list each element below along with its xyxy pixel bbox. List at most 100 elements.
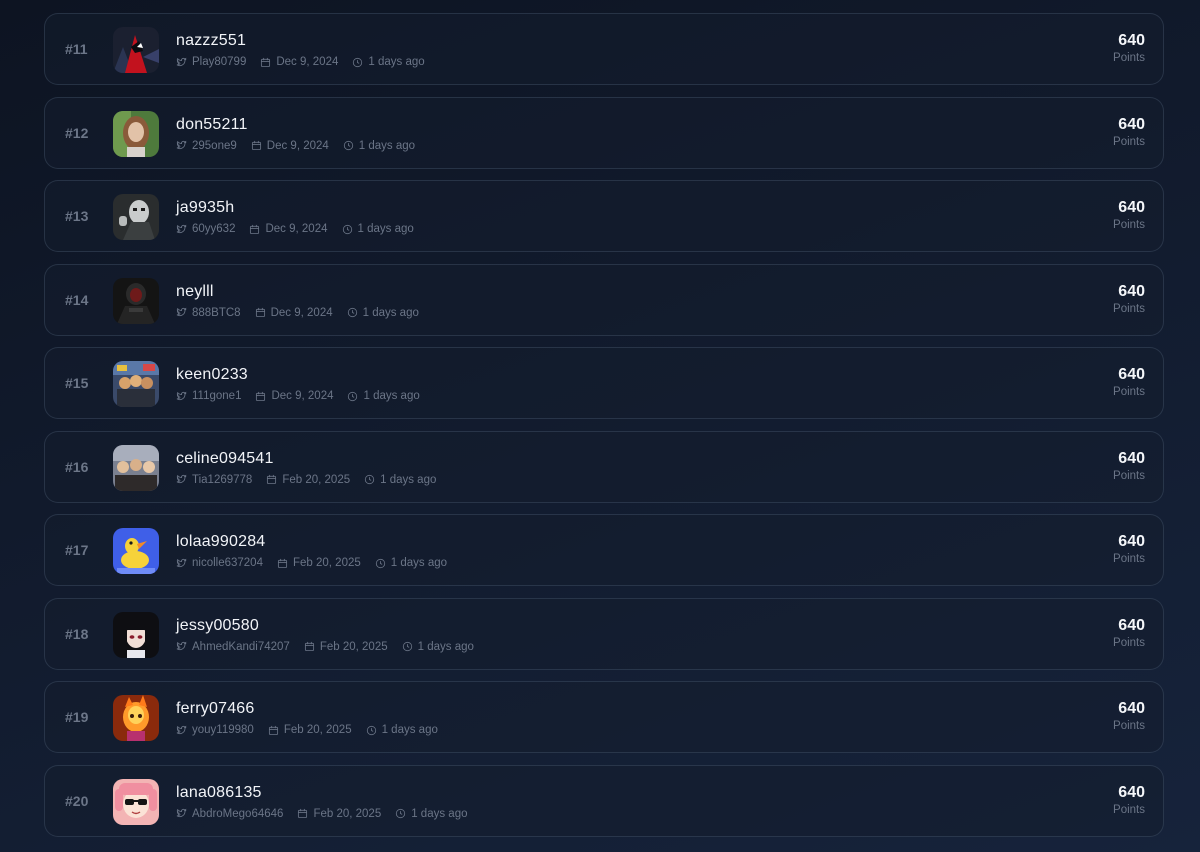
time-ago: 1 days ago (366, 723, 438, 737)
twitter-handle[interactable]: AhmedKandi74207 (176, 640, 290, 654)
clock-icon (343, 140, 353, 151)
leaderboard-row[interactable]: #16 celine094541 Tia1269778 Feb 20, 2025… (44, 430, 1164, 503)
score: 640 Points (1113, 282, 1145, 316)
user-avatar[interactable] (113, 611, 159, 658)
points-label: Points (1113, 52, 1145, 64)
time-ago: 1 days ago (342, 222, 414, 236)
leaderboard-row[interactable]: #17 lolaa990284 nicolle637204 Feb 20, 20… (44, 514, 1164, 586)
calendar-icon (255, 307, 265, 318)
score: 640 Points (1113, 449, 1145, 483)
calendar-icon (298, 808, 308, 819)
username[interactable]: don55211 (176, 115, 429, 135)
username[interactable]: nazzz551 (176, 31, 439, 51)
twitter-handle[interactable]: 60yy632 (176, 222, 235, 236)
username[interactable]: jessy00580 (176, 616, 488, 636)
clock-icon (402, 641, 412, 652)
user-avatar[interactable] (113, 444, 159, 491)
join-date: Dec 9, 2024 (251, 139, 329, 153)
points-label: Points (1113, 219, 1145, 231)
rank-number: #13 (65, 208, 89, 224)
points-label: Points (1113, 469, 1145, 482)
points-label: Points (1113, 636, 1145, 649)
yellow-duck-avatar (113, 528, 159, 574)
points-label: Points (1113, 803, 1145, 816)
rank-number: #11 (65, 41, 88, 57)
clock-icon (366, 725, 376, 735)
twitter-icon (176, 140, 187, 149)
points-label: Points (1113, 720, 1145, 732)
time-ago: 1 days ago (343, 139, 415, 153)
leaderboard-row[interactable]: #15 keen0233 111gone1 Dec 9, 2024 1 days… (44, 347, 1164, 419)
twitter-icon (176, 307, 187, 316)
twitter-icon (176, 57, 187, 66)
rank-number: #20 (65, 792, 89, 809)
username[interactable]: neylll (176, 282, 433, 302)
fire-character-avatar (113, 695, 159, 741)
rank-number: #12 (65, 124, 89, 141)
user-avatar[interactable] (113, 110, 159, 157)
clock-icon (396, 808, 406, 819)
time-ago: 1 days ago (375, 556, 447, 570)
twitter-icon (176, 558, 187, 567)
user-avatar[interactable] (113, 361, 159, 407)
user-avatar[interactable] (113, 277, 159, 324)
score: 640 Points (1113, 365, 1145, 399)
rank-number: #17 (65, 542, 89, 558)
leaderboard-row[interactable]: #20 lana086135 AbdroMego64646 Feb 20, 20… (44, 764, 1164, 837)
pink-hair-sunglasses-avatar (113, 778, 159, 825)
twitter-handle[interactable]: Play80799 (176, 55, 246, 69)
points-value: 640 (1118, 449, 1145, 467)
score: 640 Points (1113, 115, 1145, 149)
friends-photo-avatar (113, 444, 159, 491)
join-date: Feb 20, 2025 (297, 807, 381, 821)
leaderboard-row[interactable]: #11 nazzz551 Play80799 Dec 9, 2024 1 day… (44, 13, 1164, 85)
leaderboard-row[interactable]: #18 jessy00580 AhmedKandi74207 Feb 20, 2… (44, 597, 1164, 670)
time-ago: 1 days ago (402, 640, 474, 654)
anime-girl-avatar (113, 611, 159, 658)
twitter-handle[interactable]: nicolle637204 (176, 556, 263, 570)
username[interactable]: lana086135 (176, 783, 481, 803)
username[interactable]: ja9935h (176, 198, 428, 218)
clock-icon (348, 391, 358, 401)
points-value: 640 (1118, 199, 1145, 216)
join-date: Feb 20, 2025 (277, 556, 361, 570)
calendar-icon (267, 474, 277, 485)
time-ago: 1 days ago (395, 807, 467, 821)
username[interactable]: keen0233 (176, 365, 434, 385)
score: 640 Points (1113, 31, 1145, 65)
points-value: 640 (1118, 616, 1145, 634)
username[interactable]: celine094541 (176, 449, 450, 469)
join-date: Dec 9, 2024 (260, 55, 338, 69)
calendar-icon (268, 725, 278, 735)
score: 640 Points (1113, 616, 1145, 650)
twitter-handle[interactable]: 295one9 (176, 139, 237, 153)
masked-figure-avatar (113, 194, 159, 240)
username[interactable]: ferry07466 (176, 699, 452, 719)
twitter-handle[interactable]: 888BTC8 (176, 306, 241, 320)
join-date: Dec 9, 2024 (255, 306, 333, 320)
user-avatar[interactable] (113, 778, 159, 825)
leaderboard-row[interactable]: #19 ferry07466 youy119980 Feb 20, 2025 1… (44, 681, 1164, 753)
twitter-handle[interactable]: youy119980 (176, 723, 254, 737)
rank-number: #16 (65, 458, 89, 475)
points-value: 640 (1118, 533, 1145, 550)
twitter-handle[interactable]: Tia1269778 (176, 473, 252, 487)
time-ago: 1 days ago (347, 306, 419, 320)
rank-number: #15 (65, 375, 89, 391)
points-label: Points (1113, 386, 1145, 398)
user-avatar[interactable] (113, 528, 159, 574)
leaderboard-list: #11 nazzz551 Play80799 Dec 9, 2024 1 day… (44, 13, 1164, 848)
hooded-figure-avatar (113, 277, 159, 324)
points-value: 640 (1118, 366, 1145, 383)
leaderboard-row[interactable]: #13 ja9935h 60yy632 Dec 9, 2024 1 days a… (44, 180, 1164, 252)
twitter-handle[interactable]: 111gone1 (176, 389, 241, 403)
join-date: Feb 20, 2025 (266, 473, 350, 487)
username[interactable]: lolaa990284 (176, 532, 461, 552)
user-avatar[interactable] (113, 27, 159, 73)
twitter-handle[interactable]: AbdroMego64646 (176, 807, 283, 821)
user-avatar[interactable] (113, 695, 159, 741)
leaderboard-row[interactable]: #12 don55211 295one9 Dec 9, 2024 1 days … (44, 96, 1164, 169)
user-avatar[interactable] (113, 194, 159, 240)
leaderboard-row[interactable]: #14 neylll 888BTC8 Dec 9, 2024 1 days ag… (44, 263, 1164, 336)
calendar-icon (277, 558, 288, 568)
